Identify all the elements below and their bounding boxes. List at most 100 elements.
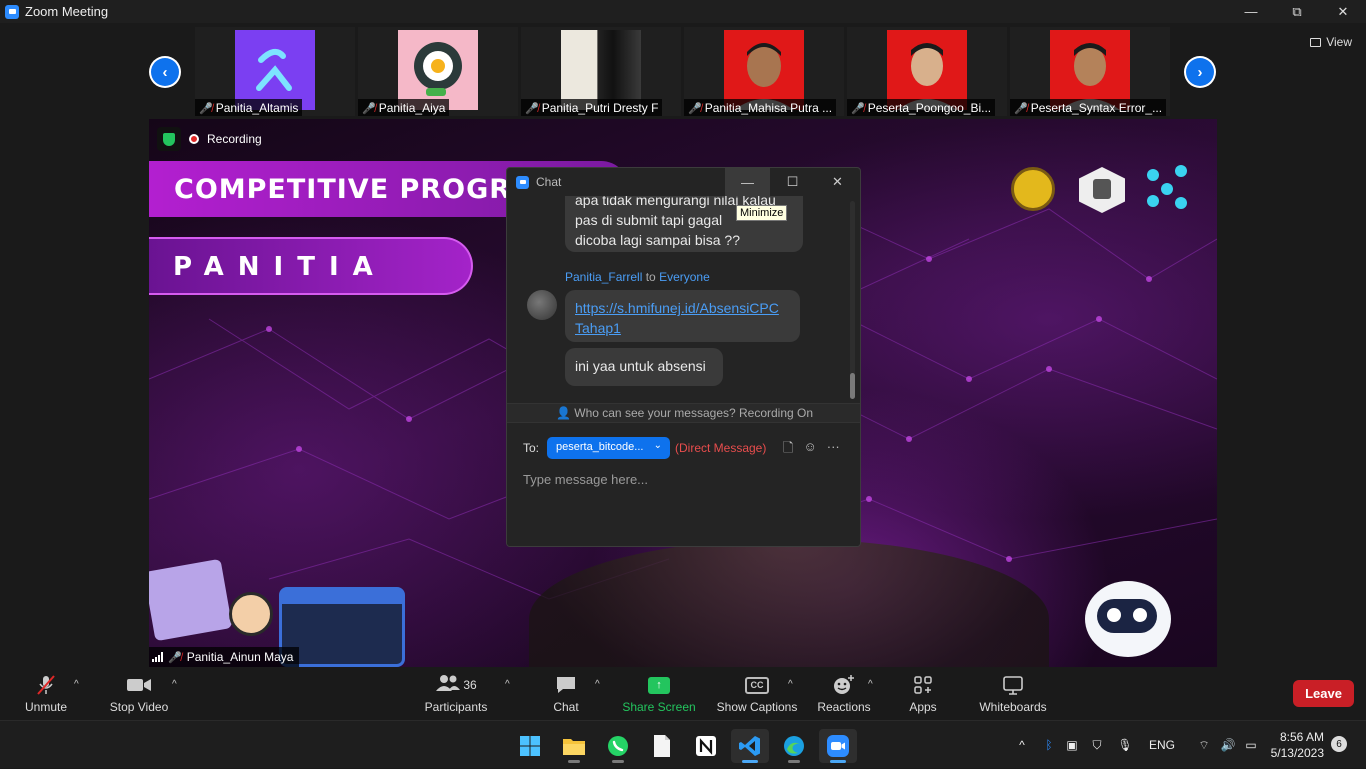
edge-app[interactable]	[775, 729, 813, 763]
show-captions-button[interactable]: CC Show Captions	[716, 673, 798, 717]
zoom-logo-icon	[516, 175, 529, 189]
participant-name: Panitia_Altamis	[215, 101, 299, 115]
notification-badge[interactable]: 6	[1331, 736, 1347, 752]
recipient-dropdown[interactable]: peserta_bitcode... ⌄	[547, 437, 670, 459]
language-indicator[interactable]: ENG	[1143, 738, 1181, 752]
minimize-tooltip: Minimize	[736, 205, 788, 221]
maximize-window-button[interactable]: ⧉	[1274, 0, 1320, 23]
gallery-next-button[interactable]: ›	[1184, 56, 1216, 88]
chat-close-button[interactable]: ✕	[815, 168, 860, 196]
message-sender-line: Panitia_Farrell to Everyone	[565, 270, 710, 284]
whatsapp-icon	[608, 736, 628, 756]
participant-tile[interactable]: 🎤̸ Peserta_Poongoo_Bi...	[847, 27, 1007, 116]
to-label: To:	[523, 441, 540, 455]
recording-dot-icon	[189, 134, 199, 144]
clock-time: 8:56 AM	[1279, 730, 1324, 744]
share-screen-icon: ↑	[648, 676, 670, 694]
chat-maximize-button[interactable]: ☐	[770, 168, 815, 196]
volume-icon[interactable]: 🔊	[1217, 738, 1239, 752]
whiteboards-button[interactable]: Whiteboards	[978, 673, 1048, 717]
chat-button[interactable]: Chat	[551, 673, 581, 717]
bluetooth-icon[interactable]: ᛒ	[1037, 738, 1061, 752]
window-title: Zoom Meeting	[25, 4, 109, 19]
title-bar: Zoom Meeting — ⧉ ✕	[0, 0, 1366, 23]
audio-options-chevron[interactable]: ^	[74, 679, 79, 690]
chat-header[interactable]: Chat — ☐ ✕	[507, 168, 860, 196]
view-button[interactable]: View	[1310, 35, 1352, 49]
participants-options-chevron[interactable]: ^	[505, 679, 510, 690]
reactions-options-chevron[interactable]: ^	[868, 679, 873, 690]
wifi-icon[interactable]: ⌔	[1191, 738, 1217, 753]
chat-minimize-button[interactable]: —	[725, 168, 770, 196]
system-tray: ^ ᛒ ▣ ⛉ 🎙 ENG ⌔ 🔊 ▭	[1015, 721, 1263, 769]
close-window-button[interactable]: ✕	[1320, 0, 1366, 23]
muted-mic-icon: 🎤̸	[851, 102, 865, 115]
chat-scrollbar[interactable]	[850, 201, 855, 399]
security-shield-icon[interactable]: ⛉	[1083, 738, 1111, 753]
battery-icon[interactable]: ▭	[1239, 738, 1263, 752]
participant-tile[interactable]: 🎤̸ Peserta_Syntax Error_...	[1010, 27, 1170, 116]
participant-tile[interactable]: 🎤̸ Panitia_Mahisa Putra ...	[684, 27, 844, 116]
chat-message-bubble: ini yaa untuk absensi	[565, 348, 723, 386]
gallery-strip: ‹ 🎤̸ Panitia_Altamis 🎤̸ Panitia_Aiya 🎤̸ Pan…	[0, 23, 1366, 119]
taskbar-clock[interactable]: 8:56 AM 5/13/2023	[1268, 729, 1324, 761]
chat-title: Chat	[536, 175, 562, 189]
participants-button[interactable]: 36 Participants	[424, 673, 488, 717]
chat-privacy-notice[interactable]: 👤 Who can see your messages? Recording O…	[507, 403, 860, 423]
participant-photo	[887, 30, 967, 110]
sender-avatar	[527, 290, 557, 320]
participant-tile[interactable]: 🎤̸ Panitia_Altamis	[195, 27, 355, 116]
chat-options-chevron[interactable]: ^	[595, 679, 600, 690]
microphone-icon[interactable]: 🎙	[1111, 738, 1139, 752]
muted-mic-icon: 🎤̸	[168, 651, 182, 664]
windows-taskbar: ^ ᛒ ▣ ⛉ 🎙 ENG ⌔ 🔊 ▭ 8:56 AM 5/13/2023 6	[0, 720, 1366, 768]
participant-tile[interactable]: 🎤̸ Panitia_Aiya	[358, 27, 518, 116]
zoom-app[interactable]	[819, 729, 857, 763]
university-seal-logo	[1011, 167, 1055, 211]
edge-browser-icon	[784, 736, 804, 756]
encryption-shield-icon[interactable]	[157, 127, 181, 151]
apps-grid-icon	[913, 673, 933, 697]
muted-mic-icon: 🎤̸	[688, 102, 702, 115]
participant-tile[interactable]: 🎤̸ Panitia_Putri Dresty F	[521, 27, 681, 116]
recording-label: Recording	[207, 132, 262, 146]
person-lock-icon: 👤	[555, 406, 571, 420]
notion-app[interactable]	[687, 729, 725, 763]
chevron-up-icon[interactable]: ^	[1015, 738, 1029, 752]
participant-name: Panitia_Mahisa Putra ...	[704, 101, 833, 115]
start-button[interactable]	[511, 729, 549, 763]
smiley-plus-icon	[832, 673, 856, 697]
printer-icon[interactable]: ▣	[1061, 738, 1083, 752]
unmute-button[interactable]: Unmute	[22, 673, 70, 717]
chat-message-input[interactable]	[523, 469, 843, 489]
more-icon[interactable]: ···	[827, 439, 840, 461]
whatsapp-app[interactable]	[599, 729, 637, 763]
reactions-button[interactable]: Reactions	[817, 673, 871, 717]
file-explorer-app[interactable]	[555, 729, 593, 763]
participant-name: Peserta_Syntax Error_...	[1030, 101, 1163, 115]
vscode-app[interactable]	[731, 729, 769, 763]
participants-icon	[435, 673, 461, 698]
captions-options-chevron[interactable]: ^	[788, 679, 793, 690]
participant-avatar	[235, 30, 315, 110]
apps-button[interactable]: Apps	[908, 673, 938, 717]
absensi-link[interactable]: https://s.hmifunej.id/AbsensiCPC Tahap1	[575, 298, 790, 338]
muted-mic-icon: 🎤̸	[362, 102, 376, 115]
participant-name: Peserta_Poongoo_Bi...	[867, 101, 992, 115]
emoji-icon[interactable]: ☺	[803, 439, 816, 461]
video-options-chevron[interactable]: ^	[172, 679, 177, 690]
minimize-window-button[interactable]: —	[1228, 0, 1274, 23]
sender-name[interactable]: Panitia_Farrell	[565, 270, 642, 284]
file-icon[interactable]: 🗋	[783, 439, 793, 461]
document-icon	[654, 735, 670, 757]
participant-name: Panitia_Aiya	[378, 101, 446, 115]
share-screen-button[interactable]: ↑ Share Screen	[622, 673, 696, 717]
notepad-app[interactable]	[643, 729, 681, 763]
chat-messages: apa tidak mengurangi nilai kalau pas di …	[507, 196, 849, 401]
participant-avatar	[561, 30, 641, 110]
participant-avatar	[398, 30, 478, 110]
frying-pan-egg-icon	[414, 42, 462, 96]
stop-video-button[interactable]: Stop Video	[108, 673, 170, 717]
leave-button[interactable]: Leave	[1293, 680, 1354, 707]
gallery-prev-button[interactable]: ‹	[149, 56, 181, 88]
